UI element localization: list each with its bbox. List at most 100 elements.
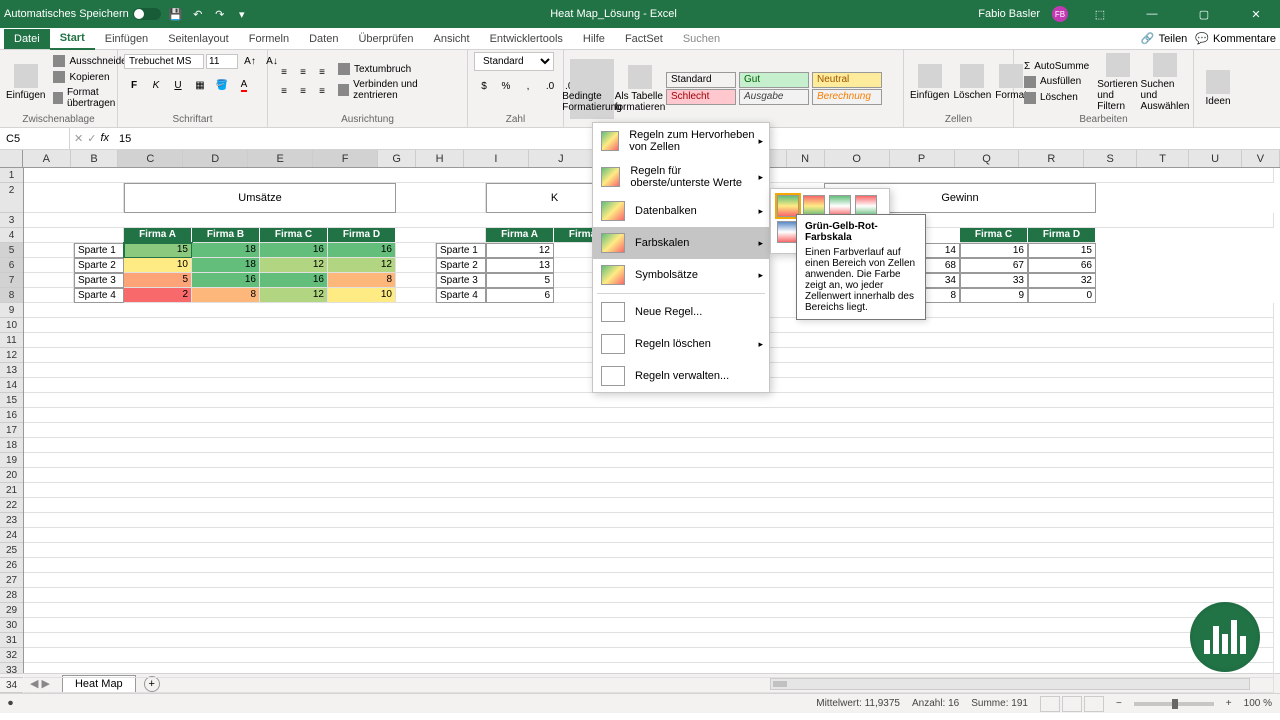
row-header[interactable]: 11 — [0, 333, 23, 348]
zoom-slider[interactable] — [1134, 702, 1214, 706]
user-name[interactable]: Fabio Basler — [978, 8, 1040, 20]
row-header[interactable]: 26 — [0, 558, 23, 573]
autosave-toggle[interactable]: Automatisches Speichern — [4, 8, 161, 20]
format-as-table-button[interactable]: Als Tabelle formatieren — [618, 59, 662, 119]
tab-hilfe[interactable]: Hilfe — [573, 29, 615, 49]
row-header[interactable]: 14 — [0, 378, 23, 393]
data-cell[interactable]: 16 — [260, 243, 328, 258]
font-name-select[interactable] — [124, 54, 204, 69]
style-standard[interactable]: Standard — [666, 72, 736, 88]
row-header[interactable]: 18 — [0, 438, 23, 453]
col-header[interactable]: H — [416, 150, 464, 167]
col-header[interactable]: E — [248, 150, 313, 167]
zoom-in-icon[interactable]: + — [1226, 698, 1232, 709]
data-cell[interactable]: 12 — [260, 288, 328, 303]
row-header[interactable]: 8 — [0, 288, 23, 303]
percent-icon[interactable]: % — [496, 77, 516, 95]
row-label[interactable]: Sparte 1 — [74, 243, 124, 258]
style-berechnung[interactable]: Berechnung — [812, 89, 882, 105]
row-header[interactable]: 6 — [0, 258, 23, 273]
col-header[interactable]: J — [529, 150, 594, 167]
data-cell[interactable]: 8 — [328, 273, 396, 288]
row-header[interactable]: 2 — [0, 183, 23, 213]
row-header[interactable]: 1 — [0, 168, 23, 183]
teilen-button[interactable]: 🔗 Teilen — [1141, 32, 1187, 45]
data-cell[interactable]: 5 — [486, 273, 554, 288]
align-left-icon[interactable]: ≡ — [274, 83, 294, 101]
tab-suchen[interactable]: Suchen — [673, 29, 730, 49]
menu-icon-sets[interactable]: Symbolsätze▸ — [593, 259, 769, 291]
close-icon[interactable]: ✕ — [1236, 0, 1276, 28]
data-cell[interactable]: 9 — [960, 288, 1028, 303]
wrap-text-button[interactable]: Textumbruch — [334, 62, 461, 76]
number-format-select[interactable]: Standard — [474, 52, 554, 71]
row-header[interactable]: 10 — [0, 318, 23, 333]
data-cell[interactable]: 67 — [960, 258, 1028, 273]
row-header[interactable]: 15 — [0, 393, 23, 408]
tab-daten[interactable]: Daten — [299, 29, 348, 49]
row-header[interactable]: 9 — [0, 303, 23, 318]
data-cell[interactable]: 16 — [260, 273, 328, 288]
style-schlecht[interactable]: Schlecht — [666, 89, 736, 105]
row-label[interactable]: Sparte 2 — [436, 258, 486, 273]
col-header[interactable]: D — [183, 150, 248, 167]
tab-entwickler[interactable]: Entwicklertools — [480, 29, 573, 49]
row-header[interactable]: 28 — [0, 588, 23, 603]
menu-data-bars[interactable]: Datenbalken▸ — [593, 195, 769, 227]
row-label[interactable]: Sparte 1 — [436, 243, 486, 258]
data-cell[interactable]: 32 — [1028, 273, 1096, 288]
tab-datei[interactable]: Datei — [4, 29, 50, 49]
align-center-icon[interactable]: ≡ — [293, 83, 313, 101]
menu-new-rule[interactable]: Neue Regel... — [593, 296, 769, 328]
row-header[interactable]: 21 — [0, 483, 23, 498]
tab-seitenlayout[interactable]: Seitenlayout — [158, 29, 239, 49]
zoom-out-icon[interactable]: − — [1116, 698, 1122, 709]
redo-icon[interactable]: ↷ — [213, 7, 227, 21]
maximize-icon[interactable]: ▢ — [1184, 0, 1224, 28]
name-box[interactable]: C5 — [0, 128, 70, 149]
col-header[interactable]: P — [890, 150, 955, 167]
border-icon[interactable]: ▦ — [190, 76, 210, 94]
data-cell[interactable]: 18 — [192, 258, 260, 273]
data-cell[interactable]: 5 — [124, 273, 192, 288]
data-cell[interactable]: 12 — [328, 258, 396, 273]
col-header[interactable]: I — [464, 150, 529, 167]
row-header[interactable]: 31 — [0, 633, 23, 648]
row-header[interactable]: 17 — [0, 423, 23, 438]
style-gut[interactable]: Gut — [739, 72, 809, 88]
data-cell[interactable]: 8 — [192, 288, 260, 303]
menu-highlight-rules[interactable]: Regeln zum Hervorheben von Zellen▸ — [593, 123, 769, 159]
row-label[interactable]: Sparte 2 — [74, 258, 124, 273]
data-cell[interactable]: 0 — [1028, 288, 1096, 303]
data-cell[interactable]: 12 — [260, 258, 328, 273]
qat-customize-icon[interactable]: ▾ — [235, 7, 249, 21]
align-bottom-icon[interactable]: ≡ — [312, 64, 332, 82]
col-header[interactable]: V — [1242, 150, 1280, 167]
font-size-select[interactable] — [206, 54, 238, 69]
row-label[interactable]: Sparte 3 — [436, 273, 486, 288]
data-cell[interactable]: 66 — [1028, 258, 1096, 273]
page-layout-view-icon[interactable] — [1062, 696, 1082, 712]
menu-manage-rules[interactable]: Regeln verwalten... — [593, 360, 769, 392]
align-top-icon[interactable]: ≡ — [274, 64, 294, 82]
col-header[interactable]: A — [23, 150, 71, 167]
cancel-formula-icon[interactable]: ✕ — [74, 132, 83, 145]
tab-ansicht[interactable]: Ansicht — [423, 29, 479, 49]
row-label[interactable]: Sparte 4 — [74, 288, 124, 303]
ribbon-options-icon[interactable]: ⬚ — [1080, 0, 1120, 28]
save-icon[interactable]: 💾 — [169, 7, 183, 21]
minimize-icon[interactable]: — — [1132, 0, 1172, 28]
increase-font-icon[interactable]: A↑ — [240, 52, 260, 70]
row-header[interactable]: 29 — [0, 603, 23, 618]
row-header[interactable]: 16 — [0, 408, 23, 423]
row-header[interactable]: 7 — [0, 273, 23, 288]
sort-filter-button[interactable]: Sortieren und Filtern — [1097, 52, 1139, 112]
comma-icon[interactable]: , — [518, 77, 538, 95]
row-header[interactable]: 12 — [0, 348, 23, 363]
data-cell[interactable]: 16 — [192, 273, 260, 288]
col-header[interactable]: R — [1019, 150, 1084, 167]
row-header[interactable]: 33 — [0, 663, 23, 678]
menu-color-scales[interactable]: Farbskalen▸ — [593, 227, 769, 259]
data-cell[interactable]: 13 — [486, 258, 554, 273]
zoom-level[interactable]: 100 % — [1244, 698, 1272, 709]
